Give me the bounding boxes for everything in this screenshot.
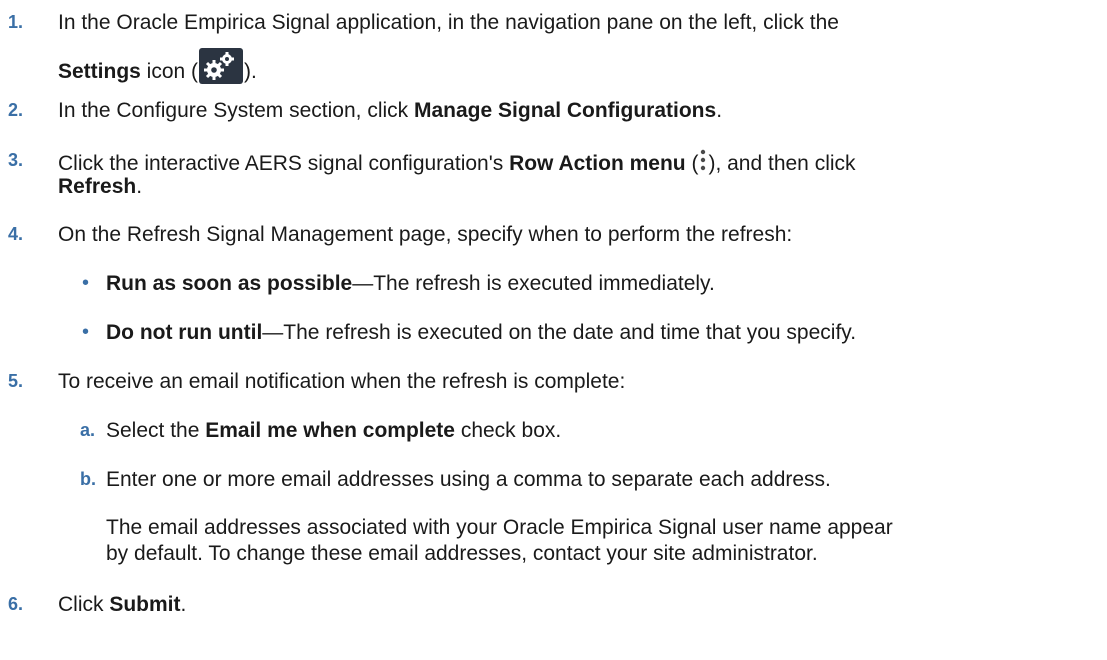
step-number: 2. bbox=[8, 100, 24, 120]
settings-term: Settings bbox=[58, 60, 141, 83]
step-text: To receive an email notification when th… bbox=[58, 370, 626, 393]
step-number: 5. bbox=[8, 371, 24, 391]
manage-signal-configurations-term: Manage Signal Configurations bbox=[414, 99, 717, 122]
step-text: Click Submit. bbox=[58, 593, 187, 616]
step-number: 1. bbox=[8, 12, 24, 32]
submit-term: Submit bbox=[109, 593, 181, 616]
bullet-icon: • bbox=[82, 321, 90, 343]
substep-letter: b. bbox=[80, 469, 96, 489]
step-number: 4. bbox=[8, 224, 24, 244]
gear-icon bbox=[199, 48, 244, 84]
email-me-term: Email me when complete bbox=[205, 419, 455, 442]
row-action-menu-term: Row Action menu bbox=[509, 152, 686, 175]
step-text: In the Oracle Empirica Signal applicatio… bbox=[58, 11, 839, 34]
step-number: 3. bbox=[8, 150, 24, 170]
step-number: 6. bbox=[8, 594, 24, 614]
substep-letter: a. bbox=[80, 420, 96, 440]
kebab-icon bbox=[698, 148, 708, 174]
bullet-icon: • bbox=[82, 272, 90, 294]
refresh-term: Refresh bbox=[58, 175, 137, 198]
procedure-document: 1. In the Oracle Empirica Signal applica… bbox=[0, 0, 1107, 660]
step-text: Click the interactive AERS signal config… bbox=[58, 148, 1087, 176]
step-text: On the Refresh Signal Management page, s… bbox=[58, 223, 793, 246]
step-text: In the Configure System section, click M… bbox=[58, 99, 723, 122]
